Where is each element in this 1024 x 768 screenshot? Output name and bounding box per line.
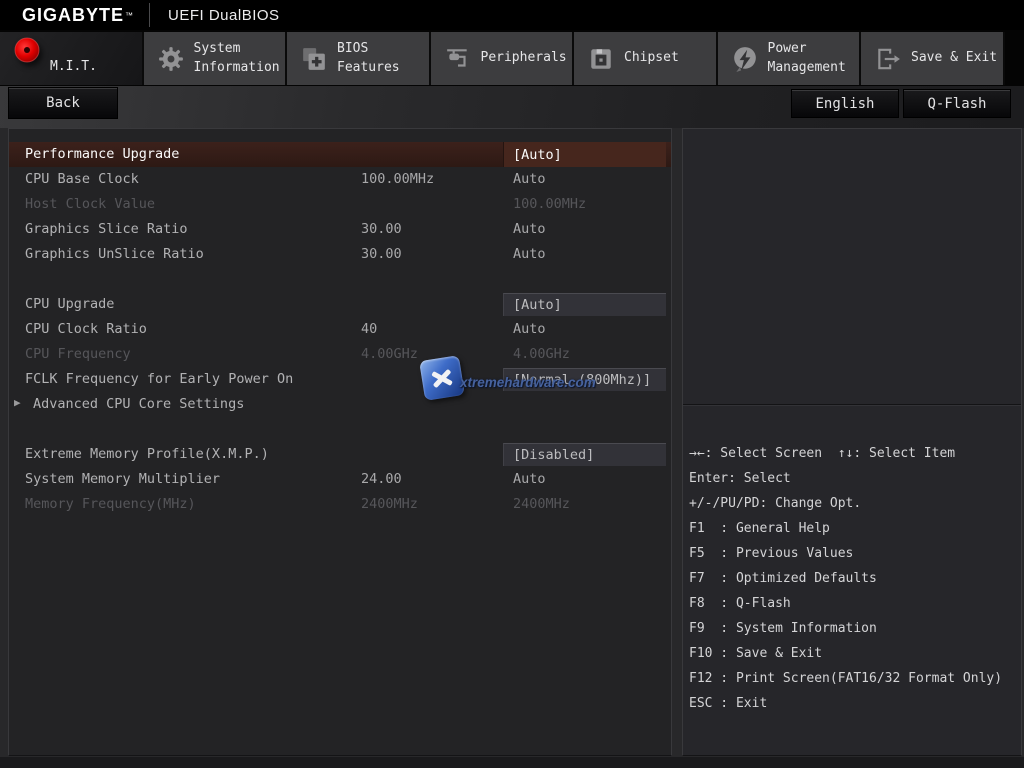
- footer-strip: [0, 757, 1024, 768]
- setting-current: 2400MHz: [361, 496, 418, 512]
- setting-value: 100.00MHz: [513, 196, 587, 212]
- tab-label-bios-features: BIOS Features: [337, 40, 400, 75]
- setting-value[interactable]: Auto: [513, 246, 546, 262]
- setting-label: CPU Upgrade: [25, 296, 115, 312]
- tab-system-information[interactable]: System Information: [143, 32, 287, 85]
- help-line-f12: F12 : Print Screen(FAT16/32 Format Only): [689, 671, 1003, 686]
- setting-value[interactable]: Auto: [513, 471, 546, 487]
- chipset-icon: [587, 45, 615, 73]
- tab-mit[interactable]: M.I.T.: [0, 32, 144, 85]
- help-line-f1: F1 : General Help: [689, 521, 830, 536]
- settings-rows: Performance Upgrade [Auto] CPU Base Cloc…: [9, 129, 671, 517]
- setting-label: Graphics UnSlice Ratio: [25, 246, 204, 262]
- firmware-title: UEFI DualBIOS: [168, 6, 280, 24]
- setting-value[interactable]: [Disabled]: [503, 443, 666, 466]
- gigabyte-logo: GIGABYTE: [22, 4, 125, 25]
- setting-label: Extreme Memory Profile(X.M.P.): [25, 446, 269, 462]
- setting-row-memory-frequency: Memory Frequency(MHz) 2400MHz 2400MHz: [9, 492, 671, 517]
- tab-label-chipset: Chipset: [624, 50, 679, 66]
- setting-value[interactable]: Auto: [513, 221, 546, 237]
- setting-row-graphics-slice-ratio[interactable]: Graphics Slice Ratio 30.00 Auto: [9, 217, 671, 242]
- title-divider: [149, 3, 151, 27]
- help-line-change-opt: +/-/PU/PD: Change Opt.: [689, 496, 862, 511]
- setting-value[interactable]: [Auto]: [503, 293, 666, 316]
- submenu-arrow-icon: ▶: [14, 396, 21, 409]
- setting-row-cpu-clock-ratio[interactable]: CPU Clock Ratio 40 Auto: [9, 317, 671, 342]
- setting-row-cpu-frequency: CPU Frequency 4.00GHz 4.00GHz: [9, 342, 671, 367]
- setting-value: 2400MHz: [513, 496, 570, 512]
- setting-row-cpu-base-clock[interactable]: CPU Base Clock 100.00MHz Auto: [9, 167, 671, 192]
- peripherals-icon: [444, 45, 472, 73]
- help-line-navigation: →←: Select Screen ↑↓: Select Item: [689, 446, 956, 461]
- setting-row-xmp[interactable]: Extreme Memory Profile(X.M.P.) [Disabled…: [9, 442, 671, 467]
- setting-current: 30.00: [361, 221, 402, 237]
- save-exit-icon: [874, 45, 902, 73]
- setting-current: 24.00: [361, 471, 402, 487]
- tab-label-save-exit: Save & Exit: [911, 50, 998, 66]
- setting-value[interactable]: Auto: [513, 321, 546, 337]
- tab-label-mit: M.I.T.: [50, 59, 97, 75]
- tab-chipset[interactable]: Chipset: [574, 32, 718, 85]
- setting-current: 4.00GHz: [361, 346, 418, 362]
- back-button[interactable]: Back: [8, 87, 118, 119]
- setting-label: CPU Base Clock: [25, 171, 139, 187]
- setting-label: Host Clock Value: [25, 196, 156, 212]
- setting-current: 30.00: [361, 246, 402, 262]
- tab-bios-features[interactable]: BIOS Features: [287, 32, 431, 85]
- help-line-f8: F8 : Q-Flash: [689, 596, 791, 611]
- top-title-bar: GIGABYTE ™ UEFI DualBIOS: [0, 0, 1024, 30]
- setting-value: 4.00GHz: [513, 346, 570, 362]
- tab-label-power-management: Power Management: [767, 40, 846, 75]
- mit-disc-icon: [13, 36, 41, 64]
- setting-label: Advanced CPU Core Settings: [33, 396, 245, 412]
- setting-row-graphics-unslice-ratio[interactable]: Graphics UnSlice Ratio 30.00 Auto: [9, 242, 671, 267]
- setting-row-fclk-frequency[interactable]: FCLK Frequency for Early Power On [Norma…: [9, 367, 671, 392]
- setting-row-performance-upgrade[interactable]: Performance Upgrade [Auto]: [9, 142, 671, 167]
- setting-label: Graphics Slice Ratio: [25, 221, 188, 237]
- main-tab-bar: M.I.T. System Information BIOS Features …: [0, 30, 1024, 86]
- gear-icon: [157, 45, 185, 73]
- setting-row-host-clock-value: Host Clock Value 100.00MHz: [9, 192, 671, 217]
- setting-row-system-memory-multiplier[interactable]: System Memory Multiplier 24.00 Auto: [9, 467, 671, 492]
- setting-label: Memory Frequency(MHz): [25, 496, 196, 512]
- tab-label-peripherals: Peripherals: [480, 50, 567, 66]
- tab-power-management[interactable]: Power Management: [717, 32, 861, 85]
- setting-value[interactable]: [Auto]: [503, 142, 666, 167]
- key-legend: →←: Select Screen ↑↓: Select Item Enter:…: [683, 405, 1021, 716]
- language-button[interactable]: English: [791, 89, 899, 118]
- setting-label: FCLK Frequency for Early Power On: [25, 371, 294, 387]
- help-line-f5: F5 : Previous Values: [689, 546, 854, 561]
- qflash-button[interactable]: Q-Flash: [903, 89, 1011, 118]
- setting-label: CPU Frequency: [25, 346, 131, 362]
- help-panel: →←: Select Screen ↑↓: Select Item Enter:…: [682, 128, 1022, 756]
- help-line-esc: ESC : Exit: [689, 696, 768, 711]
- help-line-f9: F9 : System Information: [689, 621, 877, 636]
- setting-label: Performance Upgrade: [25, 146, 180, 162]
- chip-plus-icon: [300, 45, 328, 73]
- item-help-box: [683, 129, 1021, 405]
- tab-label-system-information: System Information: [193, 40, 280, 75]
- setting-label: System Memory Multiplier: [25, 471, 221, 487]
- setting-current: 100.00MHz: [361, 171, 435, 187]
- help-line-f10: F10 : Save & Exit: [689, 646, 823, 661]
- setting-row-cpu-upgrade[interactable]: CPU Upgrade [Auto]: [9, 292, 671, 317]
- help-line-enter: Enter: Select: [689, 471, 791, 486]
- setting-current: 40: [361, 321, 378, 337]
- help-line-f7: F7 : Optimized Defaults: [689, 571, 877, 586]
- setting-value[interactable]: Auto: [513, 171, 546, 187]
- tab-peripherals[interactable]: Peripherals: [430, 32, 574, 85]
- tab-save-exit[interactable]: Save & Exit: [861, 32, 1005, 85]
- setting-label: CPU Clock Ratio: [25, 321, 147, 337]
- trademark-symbol: ™: [125, 10, 134, 20]
- setting-value[interactable]: [Normal (800Mhz)]: [503, 368, 666, 391]
- power-lightning-icon: [731, 45, 759, 73]
- setting-row-advanced-cpu-core-settings[interactable]: ▶ Advanced CPU Core Settings: [9, 392, 671, 417]
- settings-panel: Performance Upgrade [Auto] CPU Base Cloc…: [8, 128, 672, 756]
